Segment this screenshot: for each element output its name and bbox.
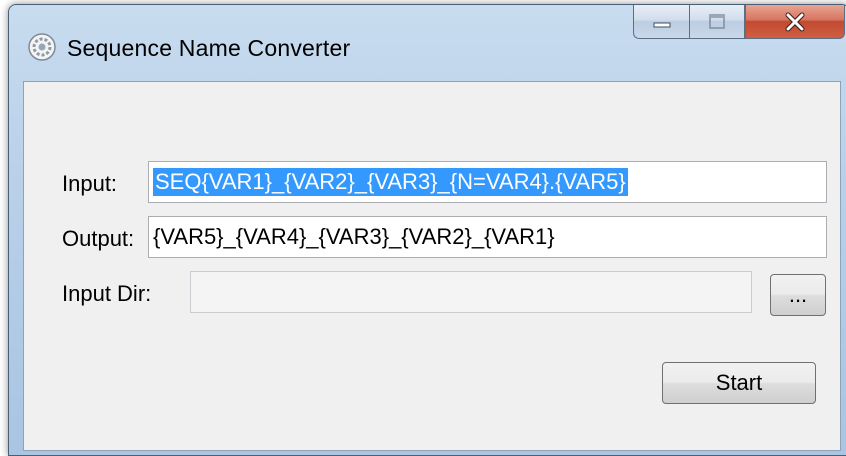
input-dir-field[interactable]: [190, 271, 752, 313]
input-field-value: SEQ{VAR1}_{VAR2}_{VAR3}_{N=VAR4}.{VAR5}: [153, 168, 628, 196]
title-bar[interactable]: Sequence Name Converter: [9, 5, 846, 81]
form-area: Input: SEQ{VAR1}_{VAR2}_{VAR3}_{N=VAR4}.…: [23, 81, 841, 451]
input-label: Input:: [62, 171, 118, 196]
close-button[interactable]: [745, 5, 845, 39]
minimize-icon: [653, 22, 670, 27]
main-window: Sequence Name Converter Input: SEQ{VAR1}…: [8, 4, 846, 456]
gear-icon: [28, 33, 56, 61]
output-field-value: {VAR5}_{VAR4}_{VAR3}_{VAR2}_{VAR1}: [153, 224, 555, 249]
close-icon: [785, 12, 805, 31]
maximize-button[interactable]: [689, 5, 745, 39]
maximize-icon: [709, 13, 725, 29]
caption-buttons: [633, 5, 845, 39]
output-label: Output:: [62, 226, 135, 251]
window-title: Sequence Name Converter: [67, 35, 351, 61]
output-field[interactable]: {VAR5}_{VAR4}_{VAR3}_{VAR2}_{VAR1}: [148, 216, 827, 258]
minimize-button[interactable]: [633, 5, 689, 39]
input-field[interactable]: SEQ{VAR1}_{VAR2}_{VAR3}_{N=VAR4}.{VAR5}: [148, 161, 827, 203]
browse-button[interactable]: ...: [770, 274, 826, 316]
input-dir-label: Input Dir:: [62, 281, 152, 306]
start-button[interactable]: Start: [662, 362, 816, 404]
